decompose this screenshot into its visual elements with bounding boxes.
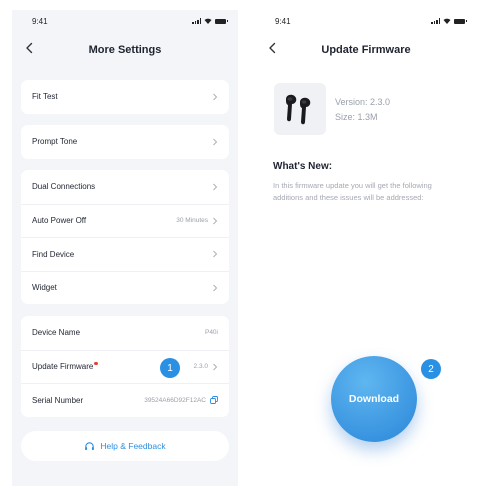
chevron-right-icon bbox=[213, 250, 218, 258]
battery-icon bbox=[215, 18, 228, 24]
firmware-size: Size: 1.3M bbox=[335, 112, 378, 122]
download-button[interactable]: Download bbox=[331, 356, 417, 442]
step-badge-1: 1 bbox=[160, 358, 180, 378]
row-label: Find Device bbox=[32, 249, 75, 259]
settings-card-connections: Dual Connections Auto Power Off 30 Minut… bbox=[21, 170, 229, 304]
row-label: Update Firmware bbox=[32, 361, 98, 371]
firmware-version: Version: 2.3.0 bbox=[335, 97, 391, 107]
status-icons bbox=[192, 18, 228, 24]
settings-row-serial-number: Serial Number 39524A66D92F12AC bbox=[21, 383, 229, 417]
signal-icon bbox=[431, 18, 440, 24]
help-feedback-button[interactable]: Help & Feedback bbox=[21, 431, 229, 461]
device-name-value: P40i bbox=[204, 329, 218, 337]
settings-row-update-firmware[interactable]: Update Firmware 2.3.0 bbox=[21, 349, 229, 384]
more-settings-screen: 9:41 More Settings Fit Test Prompt Tone bbox=[12, 10, 238, 486]
row-label: Fit Test bbox=[32, 92, 58, 102]
status-time: 9:41 bbox=[32, 17, 48, 26]
battery-icon bbox=[454, 18, 467, 24]
settings-row-auto-power-off[interactable]: Auto Power Off 30 Minutes bbox=[21, 203, 229, 238]
nav-bar: More Settings bbox=[12, 34, 238, 66]
row-label: Prompt Tone bbox=[32, 137, 78, 147]
status-time: 9:41 bbox=[275, 17, 291, 26]
row-label: Auto Power Off bbox=[32, 216, 87, 226]
settings-row-widget[interactable]: Widget bbox=[21, 270, 229, 305]
status-bar: 9:41 bbox=[12, 10, 238, 34]
chevron-right-icon bbox=[213, 217, 218, 225]
wifi-icon bbox=[204, 18, 212, 24]
copy-icon[interactable] bbox=[210, 396, 218, 405]
settings-row-fit-test[interactable]: Fit Test bbox=[21, 80, 229, 114]
update-firmware-screen: 9:41 Update Firmware Version: 2.3.0 Size… bbox=[255, 10, 477, 486]
chevron-right-icon bbox=[213, 138, 218, 146]
row-label: Serial Number bbox=[32, 395, 84, 405]
headset-icon bbox=[85, 441, 95, 450]
settings-row-find-device[interactable]: Find Device bbox=[21, 237, 229, 271]
update-available-dot bbox=[94, 361, 98, 366]
chevron-right-icon bbox=[213, 93, 218, 101]
earbuds-image bbox=[274, 83, 326, 135]
firmware-meta: Version: 2.3.0 Size: 1.3M bbox=[335, 95, 390, 125]
row-label: Widget bbox=[32, 283, 57, 293]
settings-card-fit-test: Fit Test bbox=[21, 80, 229, 114]
settings-row-device-name: Device Name P40i bbox=[21, 316, 229, 350]
page-title: More Settings bbox=[88, 44, 162, 56]
settings-card-device-info: Device Name P40i Update Firmware 2.3.0 S… bbox=[21, 316, 229, 417]
settings-row-dual-connections[interactable]: Dual Connections bbox=[21, 170, 229, 204]
help-feedback-label: Help & Feedback bbox=[100, 441, 166, 451]
step-badge-2: 2 bbox=[421, 359, 441, 379]
status-bar: 9:41 bbox=[255, 10, 477, 34]
wifi-icon bbox=[443, 18, 451, 24]
status-icons bbox=[431, 18, 467, 24]
row-value: 30 Minutes bbox=[176, 217, 208, 225]
whats-new-description: In this firmware update you will get the… bbox=[273, 181, 432, 202]
row-label: Dual Connections bbox=[32, 182, 96, 192]
firmware-version-value: 2.3.0 bbox=[193, 363, 208, 371]
row-label: Device Name bbox=[32, 328, 81, 338]
serial-number-value: 39524A66D92F12AC bbox=[144, 396, 206, 404]
settings-card-prompt-tone: Prompt Tone bbox=[21, 125, 229, 159]
chevron-right-icon bbox=[213, 183, 218, 191]
nav-bar: Update Firmware bbox=[255, 34, 477, 66]
chevron-right-icon bbox=[213, 284, 218, 292]
settings-row-prompt-tone[interactable]: Prompt Tone bbox=[21, 125, 229, 159]
whats-new-heading: What's New: bbox=[273, 161, 333, 172]
signal-icon bbox=[192, 18, 201, 24]
chevron-right-icon bbox=[213, 363, 218, 371]
page-title: Update Firmware bbox=[321, 44, 411, 56]
earbuds-icon bbox=[286, 94, 311, 125]
